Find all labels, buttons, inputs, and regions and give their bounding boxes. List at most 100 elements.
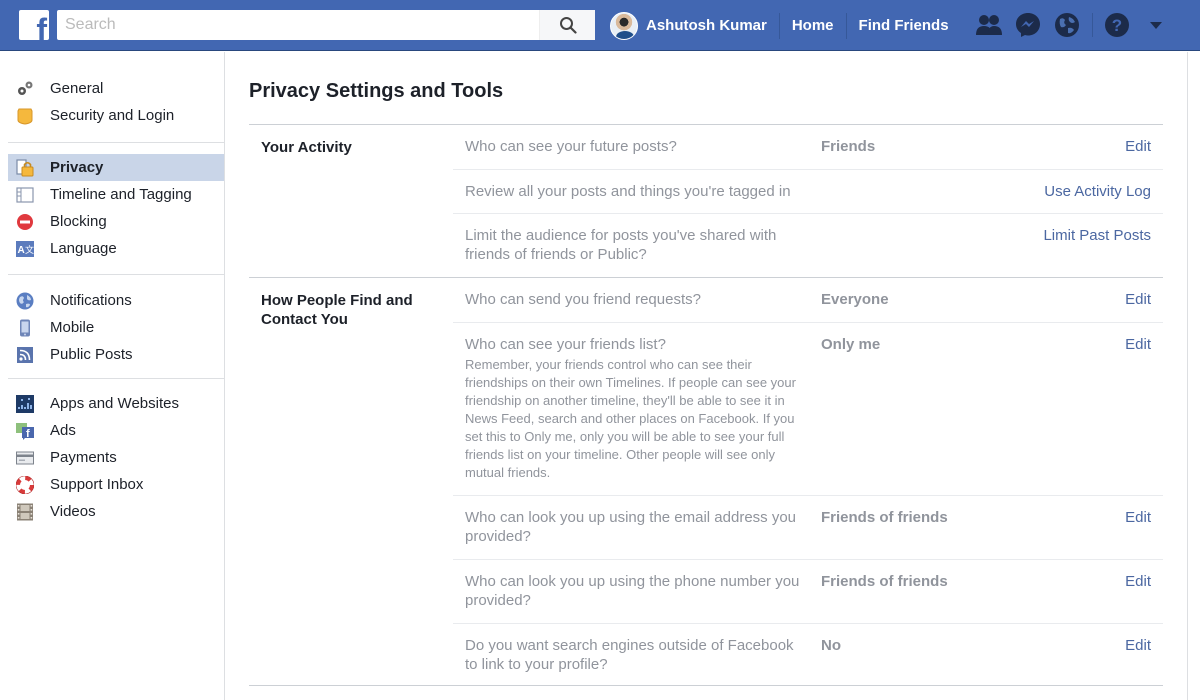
section-label: How People Find and Contact You — [261, 292, 413, 328]
limit-past-posts-link[interactable]: Limit Past Posts — [1043, 226, 1151, 245]
sidebar-group-apps: Apps and Websites f Ads Payments Support… — [8, 378, 224, 525]
setting-question: Who can see your friends list? Remember,… — [465, 335, 805, 482]
edit-friends-list-link[interactable]: Edit — [1125, 335, 1151, 354]
sidebar-item-privacy[interactable]: Privacy — [8, 154, 224, 181]
svg-text:A: A — [18, 245, 25, 256]
help-button[interactable]: ? — [1103, 11, 1131, 39]
sidebar-item-apps-websites[interactable]: Apps and Websites — [8, 390, 224, 417]
privacy-lock-icon — [16, 158, 34, 177]
sidebar-item-ads[interactable]: f Ads — [8, 417, 224, 444]
avatar — [610, 11, 638, 40]
sidebar-item-public-posts[interactable]: Public Posts — [8, 341, 224, 368]
user-name: Ashutosh Kumar — [646, 17, 767, 34]
setting-question: Do you want search engines outside of Fa… — [465, 637, 794, 673]
sidebar-item-language[interactable]: A文 Language — [8, 235, 224, 262]
setting-question: Who can look you up using the email addr… — [465, 509, 797, 545]
svg-text:f: f — [26, 428, 30, 440]
account-menu-caret-icon — [1150, 22, 1162, 29]
setting-question: Who can look you up using the phone numb… — [465, 573, 800, 609]
setting-row-friend-requests: Who can send you friend requests? Everyo… — [453, 278, 1163, 322]
setting-description: Remember, your friends control who can s… — [465, 357, 796, 480]
sidebar-item-payments[interactable]: Payments — [8, 444, 224, 471]
lifebuoy-icon — [16, 475, 34, 494]
sidebar-item-timeline-tagging[interactable]: Timeline and Tagging — [8, 181, 224, 208]
messenger-icon — [1016, 13, 1040, 37]
ads-icon: f — [16, 422, 34, 440]
facebook-logo[interactable]: f — [19, 10, 49, 40]
setting-question: Review all your posts and things you're … — [465, 183, 791, 200]
mobile-phone-icon — [16, 319, 34, 337]
sidebar-item-label: Blocking — [50, 213, 107, 230]
edit-friend-requests-link[interactable]: Edit — [1125, 290, 1151, 309]
sidebar-item-label: Privacy — [50, 159, 104, 176]
find-friends-link[interactable]: Find Friends — [847, 13, 961, 39]
sidebar-item-label: Timeline and Tagging — [50, 186, 192, 203]
setting-row-activity-log: Review all your posts and things you're … — [453, 169, 1163, 213]
sidebar-item-label: Ads — [50, 422, 76, 439]
svg-text:文: 文 — [25, 244, 34, 256]
sidebar-item-label: Support Inbox — [50, 476, 144, 493]
setting-row-email-lookup: Who can look you up using the email addr… — [453, 495, 1163, 559]
search-button[interactable] — [539, 10, 595, 40]
sidebar-item-mobile[interactable]: Mobile — [8, 314, 224, 341]
edit-phone-lookup-link[interactable]: Edit — [1125, 572, 1151, 591]
edit-email-lookup-link[interactable]: Edit — [1125, 508, 1151, 527]
sidebar-item-label: Apps and Websites — [50, 395, 179, 412]
film-strip-icon — [16, 503, 34, 521]
setting-row-phone-lookup: Who can look you up using the phone numb… — [453, 559, 1163, 623]
settings-sidebar: General Security and Login Privacy Timel… — [0, 52, 225, 700]
timeline-icon — [16, 186, 34, 204]
sidebar-item-label: Payments — [50, 449, 117, 466]
setting-question: Who can see your future posts? — [465, 138, 677, 155]
sidebar-item-videos[interactable]: Videos — [8, 498, 224, 525]
profile-link[interactable]: Ashutosh Kumar — [610, 11, 780, 40]
sidebar-item-support-inbox[interactable]: Support Inbox — [8, 471, 224, 498]
home-link[interactable]: Home — [780, 12, 847, 39]
setting-value: Friends — [821, 138, 876, 155]
edit-search-engines-link[interactable]: Edit — [1125, 636, 1151, 655]
use-activity-log-link[interactable]: Use Activity Log — [1044, 182, 1151, 201]
sidebar-item-label: Notifications — [50, 292, 132, 309]
sidebar-item-security[interactable]: Security and Login — [8, 102, 224, 129]
setting-question-text: Who can see your friends list? — [465, 336, 666, 353]
sidebar-item-blocking[interactable]: Blocking — [8, 208, 224, 235]
setting-value: Everyone — [821, 291, 889, 308]
search-icon — [559, 17, 577, 34]
sidebar-group-privacy: Privacy Timeline and Tagging Blocking A文… — [8, 142, 224, 274]
notifications-button[interactable] — [1053, 11, 1081, 39]
edit-future-posts-link[interactable]: Edit — [1125, 137, 1151, 156]
setting-question: Limit the audience for posts you've shar… — [465, 227, 777, 263]
sidebar-item-label: Language — [50, 240, 117, 257]
nav-separator — [1092, 13, 1093, 37]
sidebar-item-notifications[interactable]: Notifications — [8, 287, 224, 314]
setting-question: Who can send you friend requests? — [465, 291, 701, 308]
account-menu-button[interactable] — [1142, 11, 1170, 39]
svg-text:?: ? — [1112, 16, 1122, 35]
sidebar-item-general[interactable]: General — [8, 75, 224, 102]
nav-links: Ashutosh Kumar Home Find Friends — [610, 0, 961, 51]
section-your-activity: Your Activity Who can see your future po… — [249, 124, 1163, 277]
apps-grid-icon — [16, 394, 34, 413]
setting-value: Only me — [821, 336, 881, 353]
sidebar-group-account: General Security and Login — [0, 52, 224, 142]
setting-value: Friends of friends — [821, 509, 948, 526]
setting-row-future-posts: Who can see your future posts? Friends E… — [453, 125, 1163, 169]
sidebar-item-label: Videos — [50, 503, 96, 520]
sidebar-item-label: Public Posts — [50, 346, 133, 363]
nav-icons: ? — [975, 11, 1181, 39]
messenger-button[interactable] — [1014, 11, 1042, 39]
sidebar-item-label: Security and Login — [50, 107, 175, 124]
sidebar-item-label: Mobile — [50, 319, 95, 336]
page-right-border — [1187, 52, 1188, 700]
credit-card-icon — [16, 449, 34, 467]
setting-value: No — [821, 637, 841, 654]
shield-badge-icon — [16, 107, 34, 125]
globe-icon — [16, 292, 34, 310]
help-icon: ? — [1105, 13, 1129, 37]
section-find-contact: How People Find and Contact You Who can … — [249, 277, 1163, 685]
search-input[interactable] — [65, 10, 535, 40]
page-title: Privacy Settings and Tools — [249, 80, 504, 102]
friend-requests-button[interactable] — [975, 11, 1003, 39]
language-icon: A文 — [16, 240, 34, 258]
notifications-globe-icon — [1055, 13, 1079, 37]
